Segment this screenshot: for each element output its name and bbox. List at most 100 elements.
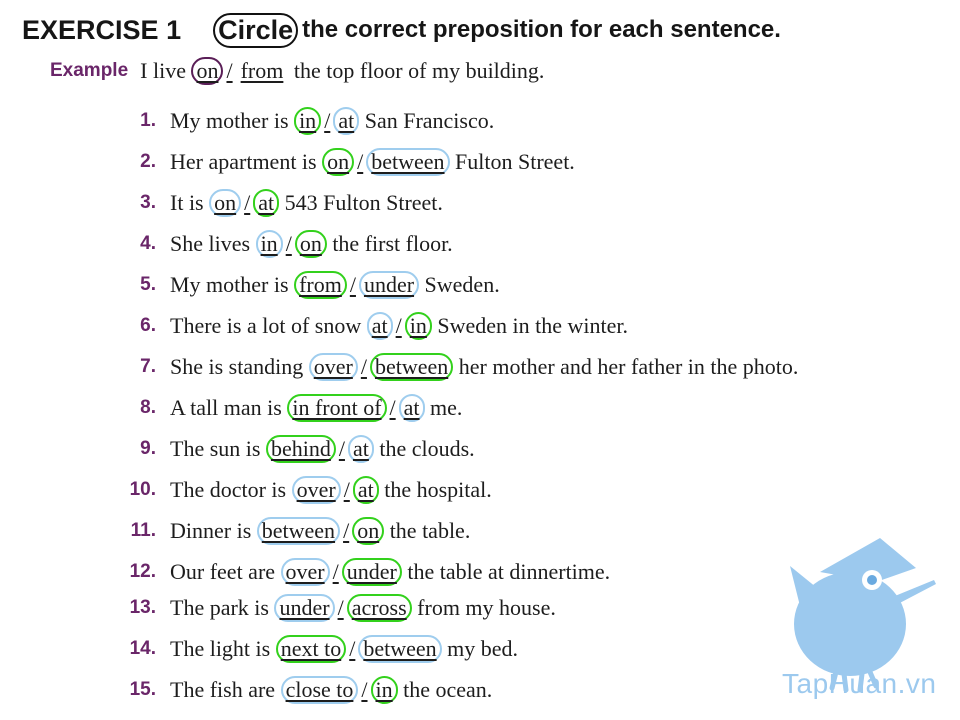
preposition-option-1[interactable]: between [256,517,341,545]
item-number: 2. [140,151,156,172]
exercise-item: 2. Her apartment is on / between Fulton Str… [0,147,575,177]
item-text-before: Her apartment is [170,149,323,174]
option-separator: / [343,518,350,543]
preposition-option-2[interactable]: in [370,676,398,704]
instruction-text: the correct preposition for each sentenc… [302,16,781,43]
preposition-option-2[interactable]: under [341,558,402,586]
watermark-text: TapHuan.vn [782,668,937,699]
preposition-option-2[interactable]: at [398,394,425,422]
preposition-option-1[interactable]: in [294,107,322,135]
exercise-item: 12. Our feet are over / under the table at … [0,557,610,587]
option-separator: / [361,677,368,702]
example-option-2[interactable]: from [236,57,289,85]
exercise-item: 7. She is standing over / between her mothe… [0,352,798,382]
exercise-item: 4. She lives in / on the first floor. [0,229,453,259]
exercise-item: 11. Dinner is between / on the table. [0,516,470,546]
preposition-option-2[interactable]: between [358,635,442,663]
preposition-option-1[interactable]: over [280,558,330,586]
exercise-item: 5. My mother is from / under Sweden. [0,270,500,300]
option-separator: / [226,58,233,83]
option-separator: / [349,636,356,661]
preposition-option-2[interactable]: across [346,594,412,622]
preposition-option-1[interactable]: on [209,189,242,217]
item-number: 4. [140,233,156,254]
item-text-before: The light is [170,636,276,661]
example-text-after: the top floor of my building. [288,58,545,83]
item-text-before: There is a lot of snow [170,313,367,338]
item-text-after: me. [424,395,463,420]
item-text-after: from my house. [411,595,556,620]
preposition-option-1[interactable]: next to [275,635,347,663]
circle-word: Circle [213,12,299,48]
option-separator: / [285,231,292,256]
preposition-option-1[interactable]: in [255,230,283,258]
preposition-option-2[interactable]: on [294,230,327,258]
preposition-option-2[interactable]: at [253,189,280,217]
exercise-title: EXERCISE 1 [22,15,181,46]
example-label: Example [50,60,129,81]
item-text-before: My mother is [170,108,295,133]
item-text-after: Fulton Street. [449,149,575,174]
item-number: 3. [140,192,156,213]
preposition-option-1[interactable]: from [294,271,347,299]
item-text-before: My mother is [170,272,295,297]
item-text-after: the table. [384,518,471,543]
preposition-option-2[interactable]: at [347,435,374,463]
item-text-after: her mother and her father in the photo. [453,354,799,379]
item-text-after: my bed. [441,636,519,661]
item-number: 10. [129,479,156,500]
example-row: Example I live on / from the top floor o… [50,56,544,86]
item-text-before: Our feet are [170,559,281,584]
preposition-option-1[interactable]: behind [265,435,336,463]
preposition-option-1[interactable]: in front of [287,394,387,422]
item-number: 14. [129,638,156,659]
item-number: 7. [140,356,156,377]
preposition-option-2[interactable]: between [369,353,454,381]
example-option-1[interactable]: on [191,57,224,85]
preposition-option-2[interactable]: between [366,148,450,176]
item-number: 1. [140,110,156,131]
exercise-item: 10. The doctor is over / at the hospital. [0,475,492,505]
item-number: 12. [129,561,156,582]
option-separator: / [324,108,331,133]
item-text-after: the hospital. [378,477,492,502]
preposition-option-1[interactable]: under [274,594,335,622]
option-separator: / [332,559,339,584]
exercise-item: 1. My mother is in / at San Francisco. [0,106,494,136]
item-text-after: the table at dinnertime. [401,559,611,584]
option-separator: / [244,190,251,215]
item-text-before: Dinner is [170,518,257,543]
preposition-option-1[interactable]: over [291,476,341,504]
item-number: 11. [130,520,156,541]
item-text-before: It is [170,190,210,215]
preposition-option-2[interactable]: at [352,476,379,504]
option-separator: / [357,149,364,174]
option-separator: / [337,595,344,620]
preposition-option-2[interactable]: on [352,517,385,545]
item-number: 15. [129,679,156,700]
item-text-after: the first floor. [326,231,453,256]
item-text-before: She lives [170,231,256,256]
exercise-item: 13. The park is under / across from my hous… [0,593,556,623]
preposition-option-1[interactable]: close to [280,676,359,704]
option-separator: / [395,313,402,338]
item-number: 13. [129,597,156,618]
exercise-header: EXERCISE 1 Circle the correct prepositio… [22,10,781,50]
item-text-before: The park is [170,595,275,620]
item-text-after: Sweden in the winter. [431,313,629,338]
preposition-option-1[interactable]: at [366,312,393,340]
item-number: 6. [140,315,156,336]
preposition-option-1[interactable]: on [322,148,355,176]
item-text-after: the clouds. [373,436,475,461]
preposition-option-2[interactable]: at [333,107,360,135]
item-text-before: The doctor is [170,477,292,502]
item-text-before: She is standing [170,354,309,379]
exercise-label: EXERCISE [22,14,159,45]
option-separator: / [338,436,345,461]
preposition-option-2[interactable]: in [404,312,432,340]
item-text-after: the ocean. [397,677,493,702]
option-separator: / [349,272,356,297]
exercise-item: 3. It is on / at 543 Fulton Street. [0,188,443,218]
preposition-option-2[interactable]: under [358,271,420,299]
preposition-option-1[interactable]: over [308,353,358,381]
